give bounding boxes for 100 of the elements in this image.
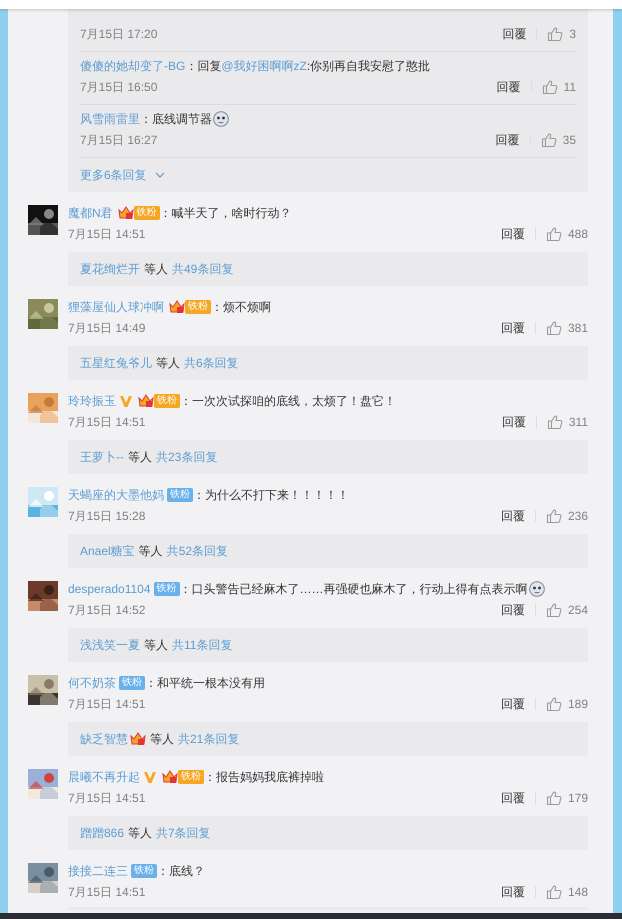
thumbs-up-icon[interactable] [547, 26, 564, 42]
reply-link[interactable]: 回覆 [496, 132, 520, 148]
thumbs-up-icon[interactable] [546, 602, 562, 618]
crown-icon [162, 770, 178, 784]
thumbs-up-icon[interactable] [546, 226, 562, 242]
comment-text: ：底线？ [157, 863, 205, 880]
like-count: 179 [568, 791, 588, 805]
comment-text: ：和平统一根本没有用 [145, 675, 265, 692]
thumbs-up-icon[interactable] [546, 414, 563, 430]
summary-text: 等人 [156, 354, 180, 372]
user-name[interactable]: 何不奶茶 [68, 673, 116, 693]
reply-link[interactable]: 回覆 [500, 790, 525, 806]
user-name[interactable]: 天蝎座的大墨他妈 [68, 485, 164, 505]
summary-text: 等人 [128, 824, 152, 842]
summary-text: 等人 [128, 448, 152, 466]
thumbs-up-icon[interactable] [546, 696, 562, 712]
fan-badge: 铁粉 [167, 488, 193, 502]
reply-summary[interactable]: 五星红兔爷儿 等人 共6条回复 [68, 346, 588, 380]
like-count: 236 [568, 509, 588, 523]
user-name[interactable]: 傻傻的她却变了-BG [80, 56, 186, 76]
mention-link[interactable]: @我好困啊啊zZ [221, 59, 307, 73]
fan-badge: 铁粉 [154, 582, 180, 596]
comment-text: ：为什么不打下来！！！！！ [193, 487, 349, 504]
user-name[interactable]: 浅浅笑一夏 [80, 636, 140, 654]
reply-count-link[interactable]: 共7条回复 [156, 824, 211, 842]
chevron-down-icon[interactable] [154, 172, 165, 178]
reply-link[interactable]: 回覆 [500, 320, 525, 336]
comment-text: ：喊半天了，啥时行动？ [160, 205, 292, 222]
reply-count-link[interactable]: 共6条回复 [184, 354, 239, 372]
summary-text: 等人 [138, 542, 163, 560]
reply-link[interactable]: 回覆 [502, 26, 526, 42]
timestamp: 7月15日 16:50 [80, 78, 158, 96]
thumbs-up-icon[interactable] [546, 508, 562, 524]
comment-text: ：报告妈妈我底裤掉啦 [204, 769, 324, 786]
reply-count-link[interactable]: 共23条回复 [156, 448, 218, 466]
reply-summary[interactable]: 蹭蹭866 等人 共7条回复 [68, 816, 588, 850]
timestamp: 7月15日 14:51 [68, 884, 146, 900]
reply-summary[interactable]: 王萝卜-- 等人 共23条回复 [68, 440, 588, 474]
user-name[interactable]: 风雪雨雷里 [80, 109, 140, 129]
timestamp: 7月15日 16:27 [80, 132, 158, 148]
reply-link[interactable]: 回覆 [500, 508, 525, 524]
like-count: 311 [568, 415, 588, 429]
like-count: 189 [568, 697, 588, 711]
timestamp: 7月15日 14:51 [68, 414, 146, 430]
thumbs-up-icon[interactable] [542, 79, 558, 95]
reply-link[interactable]: 回覆 [500, 696, 525, 712]
like-count: 148 [568, 885, 588, 899]
summary-text: 等人 [144, 636, 168, 654]
crown-icon [138, 394, 154, 408]
reply-link[interactable]: 回覆 [502, 414, 526, 430]
like-count: 35 [562, 133, 576, 147]
user-name[interactable]: 晨曦不再升起 [68, 767, 140, 787]
like-count: 381 [568, 321, 588, 335]
fan-badge: 铁粉 [185, 300, 211, 314]
timestamp: 7月15日 14:51 [68, 226, 146, 242]
like-count: 488 [568, 227, 588, 241]
crown-icon [169, 300, 185, 314]
like-count: 11 [564, 80, 576, 94]
reply-summary[interactable]: Anael糖宝 等人 共52条回复 [68, 534, 588, 568]
fan-badge: 铁粉 [154, 394, 180, 408]
user-name[interactable]: 五星红兔爷儿 [80, 354, 152, 372]
reply-count-link[interactable]: 共49条回复 [172, 260, 234, 278]
more-replies-link[interactable]: 更多6条回复 [80, 166, 147, 184]
timestamp: 7月15日 14:49 [68, 320, 146, 336]
user-name[interactable]: 王萝卜-- [80, 448, 124, 466]
comment-text: ：一次次试探咱的底线，太烦了！盘它！ [180, 393, 396, 410]
thumbs-up-icon[interactable] [546, 790, 562, 806]
fan-badge: 铁粉 [178, 770, 204, 784]
user-name[interactable]: 蹭蹭866 [80, 824, 124, 842]
reply-count-link[interactable]: 共11条回复 [172, 636, 232, 654]
reply-link[interactable]: 回覆 [500, 226, 525, 242]
user-name[interactable]: 狸藻屋仙人球冲啊 [68, 297, 164, 317]
summary-text: 等人 [150, 730, 174, 748]
user-name[interactable]: desperado1104 [68, 579, 151, 599]
user-name[interactable]: 夏花绚烂开 [80, 260, 140, 278]
thumbs-up-icon[interactable] [546, 320, 562, 336]
reply-summary[interactable]: 缺乏智慧 等人 共21条回复 [68, 722, 588, 756]
timestamp: 7月15日 14:52 [68, 602, 146, 618]
user-name[interactable]: 缺乏智慧 [80, 730, 128, 748]
timestamp: 7月15日 17:20 [80, 26, 158, 42]
reply-link[interactable]: 回覆 [500, 602, 525, 618]
timestamp: 7月15日 15:28 [68, 508, 146, 524]
reply-text: ：底线调节器 [140, 111, 212, 128]
comment-text: ：口头警告已经麻木了……再强硬也麻木了，行动上得有点表示啊 [180, 581, 528, 598]
reply-summary[interactable]: 夏花绚烂开 等人 共49条回复 [68, 252, 588, 286]
reply-count-link[interactable]: 共52条回复 [166, 542, 228, 560]
reply-link[interactable]: 回覆 [496, 78, 521, 96]
user-name[interactable]: 魔都N君 [68, 203, 113, 223]
user-name[interactable]: 接接二连三 [68, 861, 128, 881]
timestamp: 7月15日 14:51 [68, 790, 146, 806]
reply-count-link[interactable]: 共21条回复 [178, 730, 240, 748]
user-name[interactable]: Anael糖宝 [80, 542, 135, 560]
user-name[interactable]: 玲玲振玉 [68, 391, 116, 411]
thumbs-up-icon[interactable] [546, 884, 562, 900]
fan-badge: 铁粉 [134, 206, 160, 220]
like-count: 254 [568, 603, 588, 617]
fan-badge: 铁粉 [119, 676, 145, 690]
reply-summary[interactable]: 浅浅笑一夏 等人 共11条回复 [68, 628, 588, 662]
thumbs-up-icon[interactable] [540, 132, 557, 148]
reply-link[interactable]: 回覆 [500, 884, 525, 900]
